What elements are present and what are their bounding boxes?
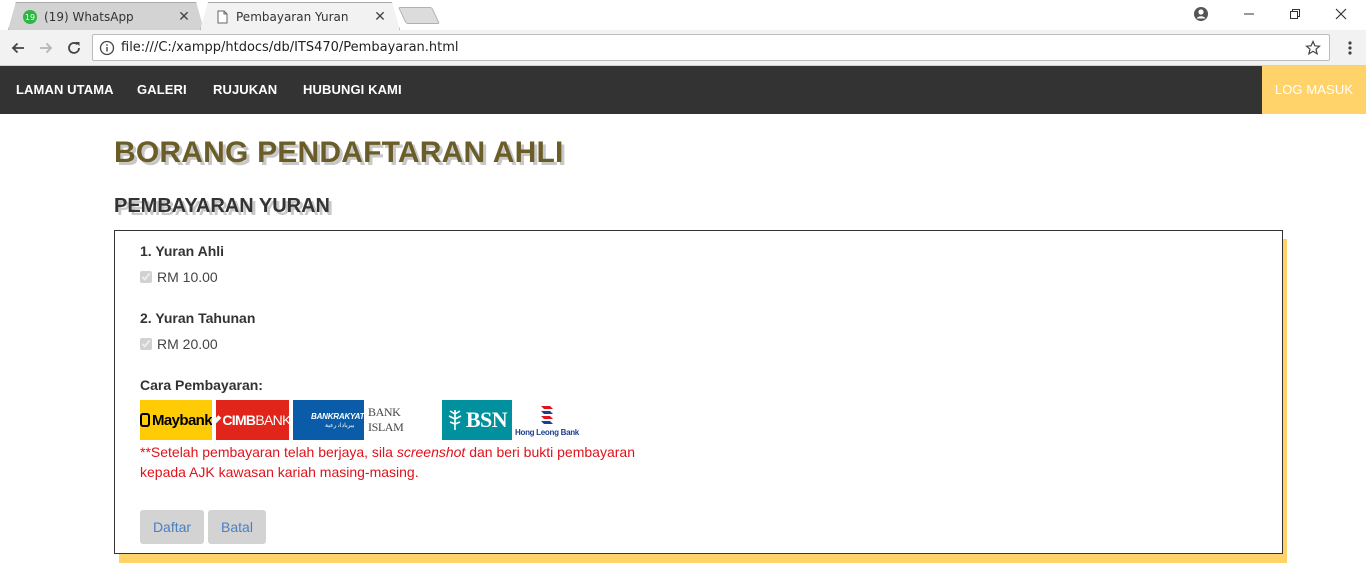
restore-icon[interactable] [1272, 0, 1318, 28]
tiger-icon [140, 413, 150, 427]
back-icon[interactable] [6, 36, 30, 60]
address-input[interactable] [121, 40, 1301, 55]
cimb-mark-icon [216, 414, 222, 426]
forward-icon[interactable] [34, 36, 58, 60]
bank-rakyat-logo: BANKRAKYAT ﺑﻴﺮﺑﺎﺩﺍﻧ ﺭﻋﻴﺔ [293, 400, 364, 440]
bsn-logo: BSN [442, 400, 512, 440]
tab-whatsapp[interactable]: 19 (19) WhatsApp ✕ [8, 2, 204, 30]
profile-icon[interactable] [1178, 0, 1224, 28]
fee2-option: RM 20.00 [140, 336, 218, 352]
fee2-value: RM 20.00 [157, 336, 218, 352]
batal-button[interactable]: Batal [208, 510, 266, 544]
minimize-icon[interactable] [1226, 0, 1272, 28]
tab-title: (19) WhatsApp [44, 9, 134, 24]
site-navbar: LAMAN UTAMA GALERI RUJUKAN HUBUNGI KAMI … [0, 66, 1366, 114]
close-tab-icon[interactable]: ✕ [371, 9, 389, 25]
nav-galeri[interactable]: GALERI [121, 66, 203, 114]
nav-laman-utama[interactable]: LAMAN UTAMA [0, 66, 130, 114]
daftar-button[interactable]: Daftar [140, 510, 204, 544]
fee2-checkbox[interactable] [140, 338, 152, 350]
fee1-checkbox[interactable] [140, 271, 152, 283]
fee1-value: RM 10.00 [157, 269, 218, 285]
close-window-icon[interactable] [1318, 0, 1364, 28]
bookmark-star-icon[interactable] [1301, 36, 1325, 60]
reload-icon[interactable] [62, 36, 86, 60]
close-tab-icon[interactable]: ✕ [175, 9, 193, 25]
nav-hubungi-kami[interactable]: HUBUNGI KAMI [287, 66, 418, 114]
tab-pembayaran[interactable]: Pembayaran Yuran ✕ [200, 2, 400, 30]
maybank-logo: Maybank [140, 400, 212, 440]
page-title: BORANG PENDAFTARAN AHLI [114, 136, 564, 169]
nav-rujukan[interactable]: RUJUKAN [197, 66, 293, 114]
hong-leong-bank-logo: Hong Leong Bank [514, 400, 580, 440]
login-button[interactable]: LOG MASUK [1262, 66, 1366, 114]
section-title: PEMBAYARAN YURAN [114, 195, 330, 217]
browser-toolbar [0, 30, 1366, 66]
bank-islam-logo: BANK ISLAM [368, 405, 404, 434]
svg-text:19: 19 [25, 13, 35, 22]
page-icon [217, 10, 228, 23]
fee1-label: 1. Yuran Ahli [140, 243, 225, 259]
tab-title: Pembayaran Yuran [236, 9, 349, 24]
browser-tabstrip: 19 (19) WhatsApp ✕ Pembayaran Yuran ✕ [0, 0, 1366, 30]
payment-method-label: Cara Pembayaran: [140, 377, 263, 393]
info-icon[interactable] [99, 40, 115, 56]
bsn-tree-icon [448, 410, 462, 430]
fee1-option: RM 10.00 [140, 269, 218, 285]
address-bar[interactable] [92, 34, 1330, 61]
whatsapp-icon: 19 [23, 9, 37, 24]
hong-leong-mark-icon [541, 406, 553, 424]
payment-note: **Setelah pembayaran telah berjaya, sila… [140, 444, 635, 480]
cimb-logo: CIMB BANK [216, 400, 289, 440]
fee2-label: 2. Yuran Tahunan [140, 310, 256, 326]
new-tab-button[interactable] [398, 7, 440, 24]
payment-form: 1. Yuran Ahli RM 10.00 2. Yuran Tahunan … [114, 230, 1283, 554]
menu-dots-icon[interactable] [1338, 36, 1362, 60]
